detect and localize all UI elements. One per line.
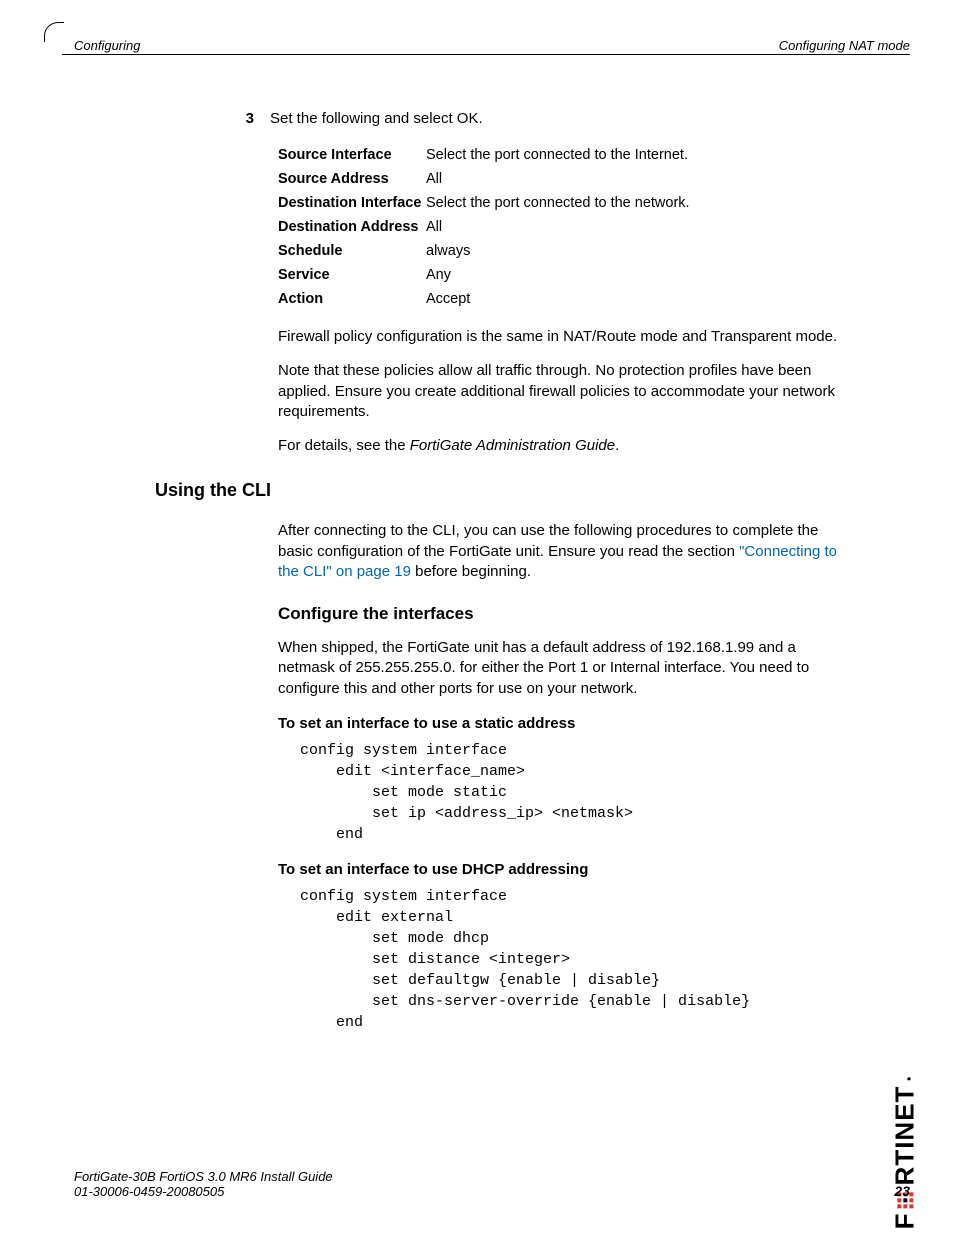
paragraph-details: For details, see the FortiGate Administr… — [278, 436, 854, 456]
paragraph-conf: When shipped, the FortiGate unit has a d… — [278, 638, 854, 699]
param-val: Any — [426, 267, 451, 283]
param-val: Accept — [426, 291, 470, 307]
paragraph-firewall: Firewall policy configuration is the sam… — [278, 327, 854, 347]
table-row: Destination Interface Select the port co… — [278, 191, 854, 215]
fortinet-logo: F RTINET. — [889, 1075, 920, 1229]
param-key: Schedule — [278, 243, 426, 259]
text: . — [615, 437, 619, 454]
code-block-dhcp: config system interface edit external se… — [300, 886, 854, 1033]
param-key: Source Interface — [278, 147, 426, 163]
table-row: Service Any — [278, 263, 854, 287]
step-text: Set the following and select OK. — [270, 110, 854, 127]
running-head-left: Configuring — [74, 38, 141, 53]
heading-static-address: To set an interface to use a static addr… — [278, 715, 954, 732]
step-number: 3 — [230, 110, 270, 127]
page-content: 3 Set the following and select OK. Sourc… — [0, 110, 954, 1041]
text: before beginning. — [411, 563, 531, 580]
param-key: Service — [278, 267, 426, 283]
paragraph-cli: After connecting to the CLI, you can use… — [278, 521, 854, 582]
table-row: Source Address All — [278, 167, 854, 191]
page-number: 23 — [894, 1183, 910, 1199]
param-key: Source Address — [278, 171, 426, 187]
running-head-right: Configuring NAT mode — [779, 38, 910, 53]
text: After connecting to the CLI, you can use… — [278, 522, 818, 559]
param-val: All — [426, 171, 442, 187]
logo-letter-f: F — [889, 1212, 920, 1229]
heading-dhcp-address: To set an interface to use DHCP addressi… — [278, 861, 954, 878]
paragraph-note: Note that these policies allow all traff… — [278, 361, 854, 422]
footer-doc-title: FortiGate-30B FortiOS 3.0 MR6 Install Gu… — [74, 1169, 910, 1184]
table-row: Destination Address All — [278, 215, 854, 239]
doc-title-italic: FortiGate Administration Guide — [410, 437, 615, 454]
page-footer: FortiGate-30B FortiOS 3.0 MR6 Install Gu… — [74, 1169, 910, 1199]
code-block-static: config system interface edit <interface_… — [300, 740, 854, 845]
param-val: Select the port connected to the Interne… — [426, 147, 688, 163]
param-key: Action — [278, 291, 426, 307]
parameter-table: Source Interface Select the port connect… — [278, 143, 854, 311]
logo-dot: . — [893, 1075, 916, 1082]
param-val: All — [426, 219, 442, 235]
table-row: Action Accept — [278, 287, 854, 311]
param-val: always — [426, 243, 470, 259]
heading-using-cli: Using the CLI — [155, 480, 954, 501]
param-key: Destination Interface — [278, 195, 426, 211]
heading-configure-interfaces: Configure the interfaces — [278, 604, 954, 624]
param-val: Select the port connected to the network… — [426, 195, 690, 211]
table-row: Source Interface Select the port connect… — [278, 143, 854, 167]
step-row: 3 Set the following and select OK. — [230, 110, 854, 127]
page-corner-decor — [44, 22, 64, 42]
footer-doc-id: 01-30006-0459-20080505 — [74, 1184, 910, 1199]
param-key: Destination Address — [278, 219, 426, 235]
text: For details, see the — [278, 437, 410, 454]
header-rule — [62, 54, 910, 55]
table-row: Schedule always — [278, 239, 854, 263]
